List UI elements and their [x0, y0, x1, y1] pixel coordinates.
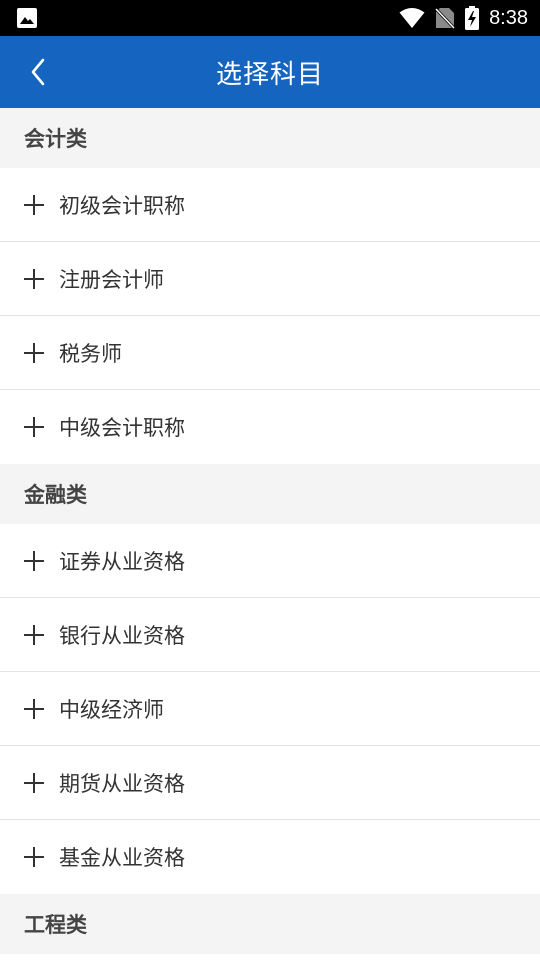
subject-list-item[interactable]: 基金从业资格: [0, 820, 540, 894]
plus-icon: [24, 194, 44, 215]
status-left: [16, 7, 38, 29]
subject-label: 证券从业资格: [59, 549, 185, 574]
subject-label: 税务师: [59, 341, 122, 366]
subject-label: 银行从业资格: [59, 623, 185, 648]
section-header: 金融类: [0, 464, 540, 524]
subject-list: 会计类初级会计职称 注册会计师税务师中级会计职称金融类证券从业资格 银行从业资格 中级…: [0, 108, 540, 954]
subject-list-item[interactable]: 中级经济师: [0, 672, 540, 746]
subject-label: 中级会计职称: [59, 416, 185, 440]
plus-icon: [24, 698, 44, 719]
page-title: 选择科目: [215, 59, 324, 90]
plus-icon: [24, 772, 44, 793]
subject-label: 期货从业资格: [59, 771, 185, 796]
subject-list-item[interactable]: 证券从业资格: [0, 524, 540, 598]
back-button[interactable]: [16, 36, 60, 108]
plus-icon: [24, 268, 44, 289]
status-bar: 8:38: [0, 0, 540, 36]
subject-list-item[interactable]: 中级会计职称: [0, 390, 540, 464]
battery-charging-icon: [465, 6, 480, 30]
status-time: 8:38: [489, 6, 528, 29]
app-bar: 选择科目: [0, 36, 540, 108]
subject-label: 注册会计师: [59, 267, 164, 292]
subject-label: 中级经济师: [59, 697, 164, 722]
plus-icon: [24, 342, 44, 363]
wifi-icon: [399, 8, 425, 28]
subject-label: 基金从业资格: [59, 846, 185, 870]
plus-icon: [24, 847, 44, 867]
status-right: 8:38: [399, 6, 528, 30]
image-notification-icon: [17, 8, 37, 28]
subject-list-item[interactable]: 初级会计职称: [0, 168, 540, 242]
section-header: 工程类: [0, 894, 540, 954]
subject-list-item[interactable]: 期货从业资格: [0, 746, 540, 820]
subject-label: 初级会计职称: [59, 193, 185, 218]
plus-icon: [24, 550, 44, 571]
chevron-left-icon: [31, 58, 45, 86]
subject-list-item[interactable]: 银行从业资格: [0, 598, 540, 672]
plus-icon: [24, 624, 44, 645]
no-sim-icon: [435, 7, 456, 29]
plus-icon: [24, 417, 44, 437]
section-header: 会计类: [0, 108, 540, 168]
subject-list-item[interactable]: 税务师: [0, 316, 540, 390]
subject-list-item[interactable]: 注册会计师: [0, 242, 540, 316]
